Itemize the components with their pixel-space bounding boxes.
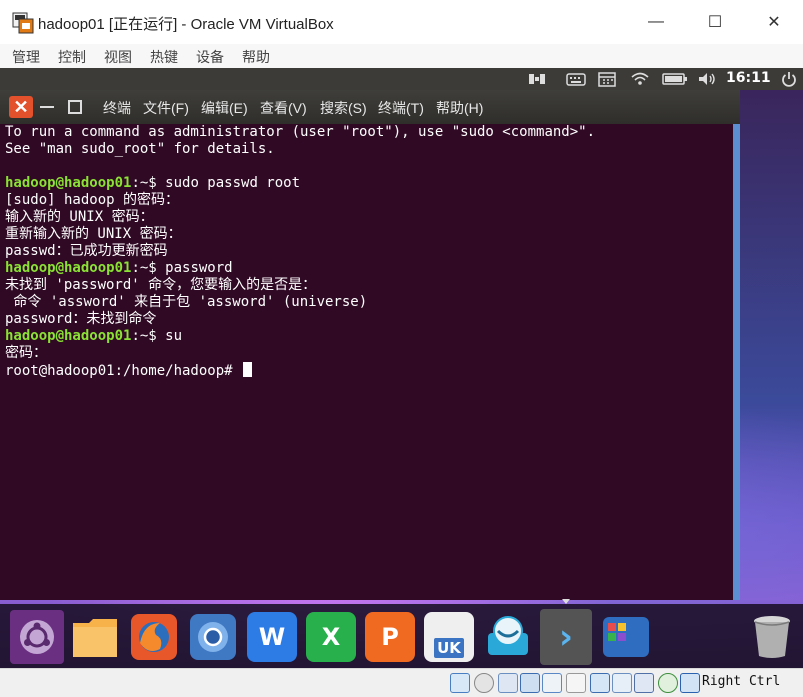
software-center-label: UK xyxy=(434,638,464,658)
terminal-line: hadoop@hadoop01:~$ password xyxy=(5,260,733,277)
menu-view[interactable]: 视图 xyxy=(104,47,132,67)
terminal-line: 未找到 'password' 命令，您要输入的是否是： xyxy=(5,277,317,293)
files-icon[interactable] xyxy=(70,612,120,662)
host-key-label: Right Ctrl xyxy=(702,674,781,689)
clock[interactable]: 16:11 xyxy=(726,70,771,86)
terminal-close-button[interactable]: ✕ xyxy=(9,96,33,118)
close-button[interactable]: ✕ xyxy=(751,0,797,44)
terminal-line: To run a command as administrator (user … xyxy=(5,124,596,140)
wps-writer-icon[interactable]: W xyxy=(247,612,297,662)
terminal-menu-help[interactable]: 帮助(H) xyxy=(436,98,483,118)
mouse-integration-icon[interactable] xyxy=(658,673,678,693)
text-cursor xyxy=(243,362,253,377)
menu-manage[interactable]: 管理 xyxy=(12,47,40,67)
guest-desktop: 16:11 ✕ 终端 文件(F) 编辑(E) 查看(V) 搜索(S) 终端(T)… xyxy=(0,68,803,672)
terminal-line: root@hadoop01:/home/hadoop# xyxy=(5,362,733,379)
terminal-menu-terminal[interactable]: 终端(T) xyxy=(378,98,424,118)
terminal-output[interactable]: To run a command as administrator (user … xyxy=(5,124,733,594)
shell-prompt: hadoop@hadoop01 xyxy=(5,328,132,344)
terminal-icon[interactable]: › xyxy=(540,609,592,665)
display-icon[interactable] xyxy=(590,673,610,693)
volume-icon[interactable] xyxy=(697,68,717,90)
vbox-menu-bar: 管理 控制 视图 热键 设备 帮助 xyxy=(0,44,803,68)
terminal-line: passwd：已成功更新密码 xyxy=(5,243,168,259)
vbox-title-bar: hadoop01 [正在运行] - Oracle VM VirtualBox —… xyxy=(0,0,803,44)
terminal-line: 密码： xyxy=(5,345,47,361)
terminal-maximize-button[interactable] xyxy=(68,100,82,114)
dock: W X P UK › xyxy=(0,604,803,672)
terminal-line: 命令 'assword' 来自于包 'assword' (universe) xyxy=(5,294,368,310)
battery-icon[interactable] xyxy=(662,68,688,90)
menu-control[interactable]: 控制 xyxy=(58,47,86,67)
power-icon[interactable] xyxy=(781,68,797,90)
app-store-icon[interactable] xyxy=(483,612,533,662)
terminal-header: ✕ 终端 文件(F) 编辑(E) 查看(V) 搜索(S) 终端(T) 帮助(H) xyxy=(0,90,740,124)
shell-prompt: hadoop@hadoop01 xyxy=(5,175,132,191)
menu-devices[interactable]: 设备 xyxy=(196,47,224,67)
network-icon[interactable] xyxy=(520,673,540,693)
command-text: :~$ su xyxy=(131,328,183,344)
command-text: :~$ sudo passwd root xyxy=(131,175,301,191)
firefox-icon[interactable] xyxy=(129,612,179,662)
terminal-menu-search[interactable]: 搜索(S) xyxy=(320,98,367,118)
input-icon[interactable] xyxy=(528,68,546,90)
hdd-icon[interactable] xyxy=(450,673,470,693)
terminal-menu-file[interactable]: 文件(F) xyxy=(143,98,189,118)
wps-presentation-icon[interactable]: P xyxy=(365,612,415,662)
calendar-icon[interactable] xyxy=(598,68,616,90)
usb-icon[interactable] xyxy=(542,673,562,693)
ubuntu-icon[interactable] xyxy=(10,610,64,664)
root-prompt: root@hadoop01:/home/hadoop# xyxy=(5,363,242,379)
terminal-scrollbar[interactable] xyxy=(733,124,740,600)
chromium-icon[interactable] xyxy=(188,612,238,662)
terminal-line: 输入新的 UNIX 密码： xyxy=(5,209,154,225)
vbox-status-bar: Right Ctrl xyxy=(0,668,803,697)
terminal-window: ✕ 终端 文件(F) 编辑(E) 查看(V) 搜索(S) 终端(T) 帮助(H)… xyxy=(0,90,740,600)
wps-sheets-icon[interactable]: X xyxy=(306,612,356,662)
recording-icon[interactable] xyxy=(612,673,632,693)
terminal-line: hadoop@hadoop01:~$ su xyxy=(5,328,733,345)
shell-prompt: hadoop@hadoop01 xyxy=(5,260,132,276)
window-title: hadoop01 [正在运行] - Oracle VM VirtualBox xyxy=(38,16,334,33)
menu-help[interactable]: 帮助 xyxy=(242,47,270,67)
audio-icon[interactable] xyxy=(498,673,518,693)
virtualbox-app-icon xyxy=(12,12,34,34)
terminal-menu-edit[interactable]: 编辑(E) xyxy=(201,98,248,118)
cpu-icon[interactable] xyxy=(634,673,654,693)
terminal-line: hadoop@hadoop01:~$ sudo passwd root xyxy=(5,175,733,192)
maximize-button[interactable]: ☐ xyxy=(692,0,738,44)
optical-drive-icon[interactable] xyxy=(474,673,494,693)
terminal-line: [sudo] hadoop 的密码： xyxy=(5,192,180,208)
terminal-menu-terminal-title[interactable]: 终端 xyxy=(103,98,131,118)
guest-top-panel: 16:11 xyxy=(0,68,803,90)
wifi-icon[interactable] xyxy=(630,68,650,90)
download-icon[interactable] xyxy=(680,673,700,693)
minimize-button[interactable]: — xyxy=(633,0,679,44)
trash-icon[interactable] xyxy=(747,612,797,662)
terminal-line: password：未找到命令 xyxy=(5,311,157,327)
software-center-icon[interactable]: UK xyxy=(424,612,474,662)
shared-folder-icon[interactable] xyxy=(566,673,586,693)
menu-hotkey[interactable]: 热键 xyxy=(150,47,178,67)
terminal-menu-view[interactable]: 查看(V) xyxy=(260,98,307,118)
terminal-line: 重新输入新的 UNIX 密码： xyxy=(5,226,182,242)
command-text: :~$ password xyxy=(131,260,233,276)
workspace-switcher-icon[interactable] xyxy=(601,612,651,662)
keyboard-icon[interactable] xyxy=(566,68,586,90)
terminal-line: See "man sudo_root" for details. xyxy=(5,141,275,157)
terminal-minimize-button[interactable] xyxy=(40,106,54,108)
